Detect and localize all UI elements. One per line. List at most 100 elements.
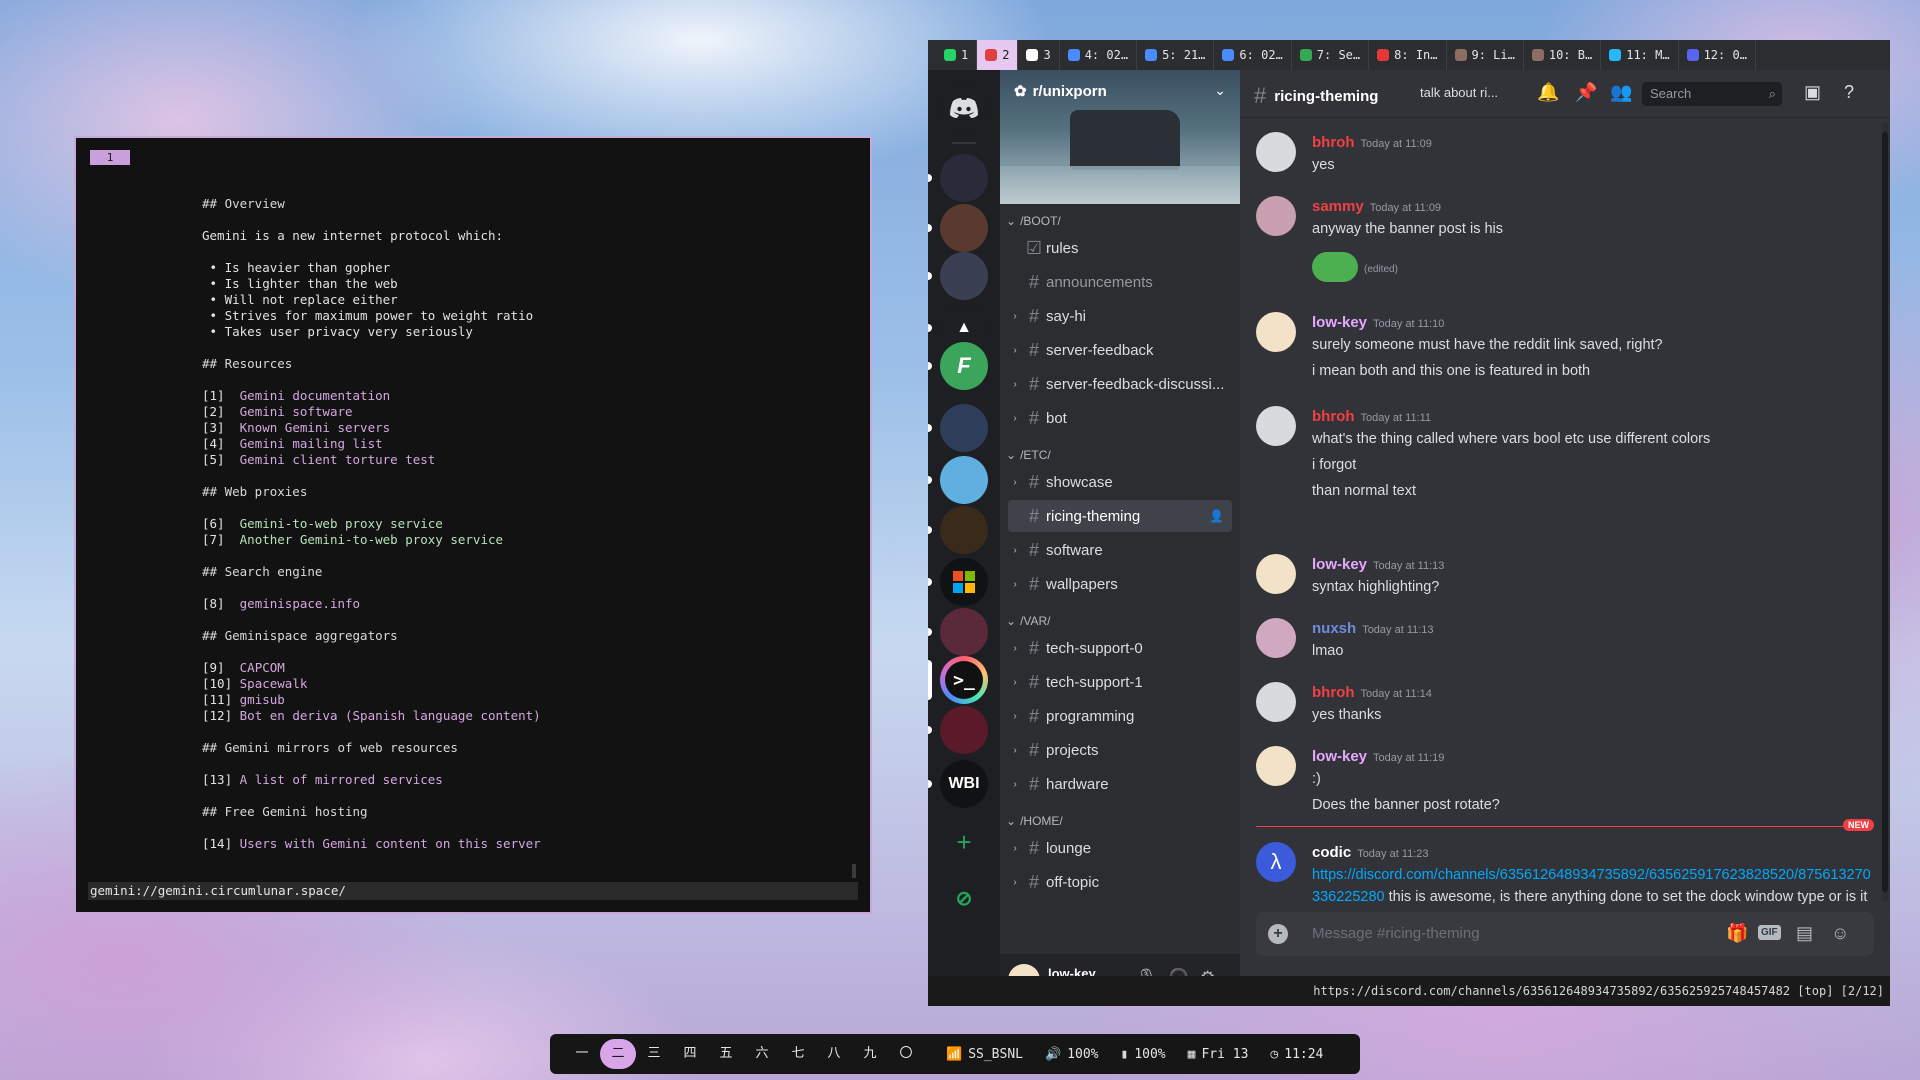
gemini-link[interactable]: [13] A list of mirrored services bbox=[202, 772, 850, 788]
server-warrior-icon[interactable] bbox=[940, 506, 988, 554]
browser-tab[interactable]: 1 bbox=[936, 40, 978, 70]
avatar[interactable] bbox=[1256, 682, 1296, 722]
server-folder-4-icon[interactable] bbox=[940, 608, 988, 656]
server-folder-1-icon[interactable] bbox=[940, 204, 988, 252]
gift-icon[interactable]: 🎁 bbox=[1726, 923, 1748, 944]
workspace-7[interactable]: 七 bbox=[780, 1039, 816, 1069]
server-terminal-icon[interactable]: >_ bbox=[940, 656, 988, 704]
avatar[interactable] bbox=[1256, 618, 1296, 658]
category-header[interactable]: ⌄/HOME/ bbox=[1006, 814, 1063, 828]
chat-scrollbar[interactable] bbox=[1882, 122, 1888, 902]
gemini-link[interactable]: [12] Bot en deriva (Spanish language con… bbox=[202, 708, 850, 724]
channel-server-feedback-discussi[interactable]: › # server-feedback-discussi... bbox=[1008, 368, 1232, 400]
workspace-6[interactable]: 六 bbox=[744, 1039, 780, 1069]
channel-ricing-theming[interactable]: # ricing-theming 👤 bbox=[1008, 500, 1232, 532]
chat-scrollbar-thumb[interactable] bbox=[1882, 132, 1888, 892]
terminal-window[interactable]: 1 ## Overview Gemini is a new internet pr… bbox=[74, 136, 872, 914]
server-wbi-icon[interactable]: WBI bbox=[940, 760, 988, 808]
gemini-link[interactable]: [10] Spacewalk bbox=[202, 676, 850, 692]
gemini-link[interactable]: [1] Gemini documentation bbox=[202, 388, 850, 404]
avatar[interactable] bbox=[1256, 554, 1296, 594]
inbox-icon[interactable]: ▣ bbox=[1804, 82, 1821, 103]
channel-tech-support-0[interactable]: › # tech-support-0 bbox=[1008, 632, 1232, 664]
terminal-scrollbar[interactable] bbox=[852, 864, 856, 878]
discord-home-icon[interactable] bbox=[940, 84, 988, 132]
chevron-down-icon[interactable]: ⌄ bbox=[1214, 82, 1226, 99]
message-input[interactable]: Message #ricing-theming bbox=[1312, 925, 1480, 942]
workspace-9[interactable]: 九 bbox=[852, 1039, 888, 1069]
gemini-link[interactable]: [3] Known Gemini servers bbox=[202, 420, 850, 436]
gemini-link[interactable]: [9] CAPCOM bbox=[202, 660, 850, 676]
message-composer[interactable]: + Message #ricing-theming 🎁 GIF ▤ ☺ bbox=[1256, 912, 1874, 956]
workspace-1[interactable]: 一 bbox=[564, 1039, 600, 1069]
bell-icon[interactable]: 🔔 bbox=[1537, 82, 1559, 103]
add-attachment-icon[interactable]: + bbox=[1268, 924, 1288, 944]
message-author[interactable]: low-key Today at 11:19 bbox=[1312, 748, 1444, 765]
category-header[interactable]: ⌄/VAR/ bbox=[1006, 614, 1051, 628]
server-microsoft-icon[interactable] bbox=[940, 558, 988, 606]
gemini-link[interactable]: [7] Another Gemini-to-web proxy service bbox=[202, 532, 850, 548]
channel-bot[interactable]: › # bot bbox=[1008, 402, 1232, 434]
browser-tab[interactable]: 2 bbox=[977, 40, 1019, 70]
volume-status[interactable]: 🔊 100% bbox=[1045, 1047, 1099, 1062]
server-forza-icon[interactable]: F bbox=[940, 342, 988, 390]
avatar[interactable]: λ bbox=[1256, 842, 1296, 882]
channel-programming[interactable]: › # programming bbox=[1008, 700, 1232, 732]
server-keyboard-icon[interactable] bbox=[940, 456, 988, 504]
browser-tab[interactable]: 9: Li… bbox=[1447, 40, 1524, 70]
sticker-icon[interactable]: ▤ bbox=[1796, 923, 1813, 944]
browser-tab[interactable]: 11: M… bbox=[1601, 40, 1679, 70]
workspace-4[interactable]: 四 bbox=[672, 1039, 708, 1069]
avatar[interactable] bbox=[1256, 312, 1296, 352]
gemini-link[interactable]: [6] Gemini-to-web proxy service bbox=[202, 516, 850, 532]
emoji-icon[interactable]: ☺ bbox=[1831, 923, 1849, 944]
message-author[interactable]: bhroh Today at 11:09 bbox=[1312, 134, 1432, 151]
wifi-status[interactable]: 📶 SS_BSNL bbox=[946, 1047, 1023, 1062]
channel-software[interactable]: › # software bbox=[1008, 534, 1232, 566]
server-folder-5-icon[interactable] bbox=[940, 706, 988, 754]
channel-server-feedback[interactable]: › # server-feedback bbox=[1008, 334, 1232, 366]
help-icon[interactable]: ? bbox=[1844, 82, 1854, 103]
message-author[interactable]: sammy Today at 11:09 bbox=[1312, 198, 1441, 215]
channel-tech-support-1[interactable]: › # tech-support-1 bbox=[1008, 666, 1232, 698]
channel-showcase[interactable]: › # showcase bbox=[1008, 466, 1232, 498]
terminal-url-bar[interactable]: gemini://gemini.circumlunar.space/ bbox=[88, 882, 858, 900]
browser-tab[interactable]: 7: Se… bbox=[1292, 40, 1370, 70]
browser-tab[interactable]: 3 bbox=[1018, 40, 1060, 70]
message-author[interactable]: low-key Today at 11:10 bbox=[1312, 314, 1444, 331]
workspace-3[interactable]: 三 bbox=[636, 1039, 672, 1069]
server-folder-2-icon[interactable] bbox=[940, 252, 988, 300]
browser-tab[interactable]: 8: In… bbox=[1369, 40, 1447, 70]
channel-hardware[interactable]: › # hardware bbox=[1008, 768, 1232, 800]
gemini-link[interactable]: [4] Gemini mailing list bbox=[202, 436, 850, 452]
channel-announcements[interactable]: # announcements bbox=[1008, 266, 1232, 298]
emoji-sticker[interactable] bbox=[1312, 252, 1358, 282]
message-author[interactable]: bhroh Today at 11:11 bbox=[1312, 408, 1431, 425]
browser-tab[interactable]: 5: 21… bbox=[1137, 40, 1215, 70]
channel-off-topic[interactable]: › # off-topic bbox=[1008, 866, 1232, 898]
workspace-2[interactable]: 二 bbox=[600, 1039, 636, 1069]
gemini-link[interactable]: [2] Gemini software bbox=[202, 404, 850, 420]
category-header[interactable]: ⌄/ETC/ bbox=[1006, 448, 1051, 462]
search-input[interactable]: Search ⌕ bbox=[1642, 82, 1782, 106]
avatar[interactable] bbox=[1256, 196, 1296, 236]
avatar[interactable] bbox=[1256, 746, 1296, 786]
browser-tab[interactable]: 10: B… bbox=[1524, 40, 1602, 70]
server-name[interactable]: ✿ r/unixporn bbox=[1014, 82, 1107, 101]
date-status[interactable]: ▦ Fri 13 bbox=[1188, 1047, 1249, 1062]
member-list-icon[interactable]: 👥 bbox=[1610, 82, 1632, 103]
clock-status[interactable]: ◷ 11:24 bbox=[1270, 1047, 1323, 1062]
message-author[interactable]: codic Today at 11:23 bbox=[1312, 844, 1429, 861]
server-folder-3-icon[interactable] bbox=[940, 404, 988, 452]
explore-servers-icon[interactable]: ⊘ bbox=[940, 874, 988, 922]
channel-rules[interactable]: ☑ rules bbox=[1008, 232, 1232, 264]
gemini-link[interactable]: [11] gmisub bbox=[202, 692, 850, 708]
workspace-8[interactable]: 八 bbox=[816, 1039, 852, 1069]
browser-tab[interactable]: 12: 0… bbox=[1679, 40, 1756, 70]
server-dark-figure-icon[interactable] bbox=[940, 154, 988, 202]
add-server-icon[interactable]: + bbox=[940, 818, 988, 866]
gif-button[interactable]: GIF bbox=[1758, 925, 1781, 940]
pin-icon[interactable]: 📌 bbox=[1575, 82, 1597, 103]
channel-topic[interactable]: talk about ri... bbox=[1420, 85, 1498, 100]
channel-lounge[interactable]: › # lounge bbox=[1008, 832, 1232, 864]
